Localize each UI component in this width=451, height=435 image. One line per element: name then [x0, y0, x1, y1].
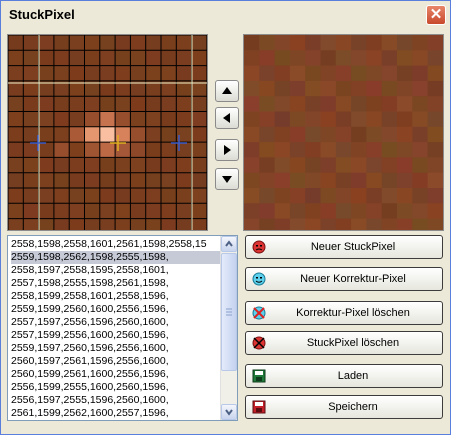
zoom-grid-view[interactable]	[7, 34, 208, 231]
arrow-down-icon	[222, 176, 232, 183]
arrow-right-icon	[224, 145, 231, 155]
chevron-down-icon	[225, 409, 233, 416]
load-button[interactable]: Laden	[245, 364, 443, 388]
angry-face-icon	[252, 240, 266, 254]
list-item-selected[interactable]: 2559,1598,2562,1598,2555,1598,	[11, 251, 223, 264]
list-item[interactable]: 2560,1599,2561,1600,2556,1596,	[11, 368, 169, 381]
list-item[interactable]: 2559,1597,2560,1596,2556,1600,	[11, 342, 169, 355]
app-window: StuckPixel ✕ 2558,1598,2558,1601,2561,15…	[0, 0, 451, 435]
zoom-grid-canvas	[8, 35, 207, 230]
preview-canvas	[244, 35, 443, 230]
delete-stuck-pixel-label: StuckPixel löschen	[306, 337, 400, 349]
new-correction-pixel-button[interactable]: Neuer Korrektur-Pixel	[245, 267, 443, 291]
save-button[interactable]: Speichern	[245, 395, 443, 419]
list-item[interactable]: 2558,1597,2558,1595,2558,1601,	[11, 264, 169, 277]
delete-angry-face-icon	[252, 336, 266, 350]
new-stuck-pixel-label: Neuer StuckPixel	[310, 241, 396, 253]
grip-icon	[226, 308, 232, 316]
pixel-list[interactable]: 2558,1598,2558,1601,2561,1598,2558,15 25…	[7, 235, 238, 421]
list-scrollbar[interactable]	[220, 236, 237, 420]
list-item[interactable]: 2558,1598,2558,1601,2561,1598,2558,15	[11, 238, 207, 251]
list-item[interactable]: 2556,1599,2555,1600,2560,1596,	[11, 381, 169, 394]
preview-view	[243, 34, 444, 231]
move-down-button[interactable]	[215, 168, 239, 190]
list-item[interactable]: 2557,1597,2556,1596,2560,1600,	[11, 316, 169, 329]
arrow-up-icon	[222, 87, 232, 94]
delete-correction-pixel-label: Korrektur-Pixel löschen	[296, 307, 410, 319]
list-item[interactable]: 2561,1599,2562,1600,2557,1596,	[11, 407, 169, 420]
load-label: Laden	[337, 370, 369, 382]
scroll-up-button[interactable]	[221, 236, 237, 252]
title-bar: StuckPixel ✕	[1, 1, 450, 29]
window-title: StuckPixel	[9, 7, 75, 22]
chevron-up-icon	[225, 240, 233, 247]
close-button[interactable]: ✕	[426, 5, 446, 25]
new-correction-pixel-label: Neuer Korrektur-Pixel	[300, 273, 406, 285]
delete-smiley-icon	[252, 306, 266, 320]
save-disk-icon	[252, 400, 266, 414]
list-item[interactable]: 2560,1597,2561,1596,2556,1600,	[11, 355, 169, 368]
scrollbar-thumb[interactable]	[221, 253, 237, 371]
save-label: Speichern	[328, 401, 378, 413]
delete-correction-pixel-button[interactable]: Korrektur-Pixel löschen	[245, 301, 443, 325]
list-item[interactable]: 2558,1599,2558,1601,2558,1596,	[11, 290, 169, 303]
list-item[interactable]: 2556,1597,2555,1596,2560,1600,	[11, 394, 169, 407]
list-item[interactable]: 2559,1599,2560,1600,2556,1596,	[11, 303, 169, 316]
move-right-button[interactable]	[215, 139, 239, 161]
arrow-left-icon	[223, 113, 230, 123]
move-left-button[interactable]	[215, 107, 239, 129]
list-item[interactable]: 2557,1599,2556,1600,2560,1596,	[11, 329, 169, 342]
scroll-down-button[interactable]	[221, 404, 237, 420]
new-stuck-pixel-button[interactable]: Neuer StuckPixel	[245, 235, 443, 259]
floppy-disk-icon	[252, 369, 266, 383]
smiley-face-icon	[252, 272, 266, 286]
delete-stuck-pixel-button[interactable]: StuckPixel löschen	[245, 331, 443, 355]
list-item[interactable]: 2557,1598,2555,1598,2561,1598,	[11, 277, 169, 290]
move-up-button[interactable]	[215, 80, 239, 102]
